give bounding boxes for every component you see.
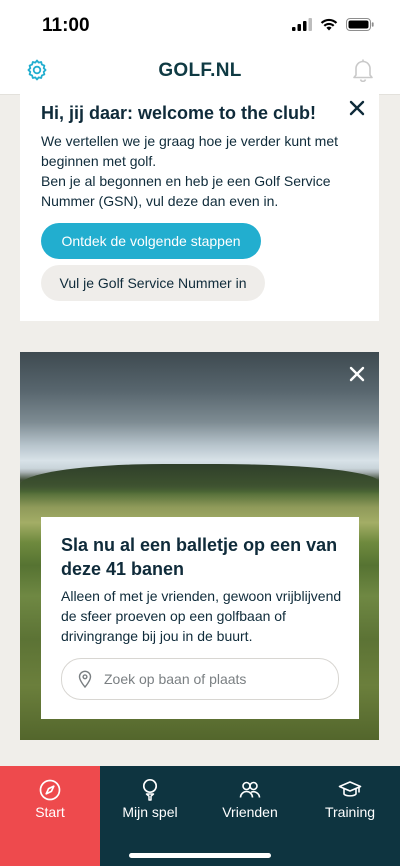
status-icons: [292, 18, 374, 31]
wifi-icon: [320, 18, 338, 31]
welcome-text-1: We vertellen we je graag hoe je verder k…: [41, 133, 339, 169]
enter-gsn-button[interactable]: Vul je Golf Service Nummer in: [41, 265, 265, 301]
golf-ball-tee-icon: [142, 778, 158, 801]
bottom-nav: Start Mijn spel Vrienden Training: [0, 766, 400, 866]
discover-next-steps-button[interactable]: Ontdek de volgende stappen: [41, 223, 261, 259]
welcome-title: Hi, jij daar: welcome to the club!: [41, 103, 317, 123]
course-photo: [20, 464, 379, 494]
nav-label-training: Training: [324, 804, 376, 820]
status-time: 11:00: [42, 15, 90, 36]
close-icon[interactable]: [349, 366, 365, 382]
nav-label-vrienden: Vrienden: [222, 804, 278, 820]
nav-item-training[interactable]: Training: [300, 766, 400, 866]
nav-item-vrienden[interactable]: Vrienden: [200, 766, 300, 866]
location-pin-icon: [78, 670, 92, 688]
nav-label-mijn-spel: Mijn spel: [122, 804, 178, 820]
nav-item-start[interactable]: Start: [0, 766, 100, 866]
welcome-body: We vertellen we je graag hoe je verder k…: [41, 131, 361, 211]
course-title: Sla nu al een balletje op een van deze 4…: [61, 535, 338, 579]
status-bar: 11:00: [0, 0, 400, 52]
course-search-input[interactable]: [102, 670, 326, 688]
welcome-card: Hi, jij daar: welcome to the club! We ve…: [20, 94, 379, 321]
course-body: Alleen of met je vrienden, gewoon vrijbl…: [61, 588, 342, 644]
home-indicator[interactable]: [129, 853, 271, 858]
app-logo: GOLF.NL: [158, 60, 242, 81]
course-search-field[interactable]: [61, 658, 339, 700]
app-header: GOLF.NL: [0, 52, 400, 95]
close-icon[interactable]: [349, 100, 365, 116]
friends-icon: [239, 781, 261, 798]
signal-icon: [292, 18, 312, 31]
course-card: Sla nu al een balletje op een van deze 4…: [20, 352, 379, 740]
course-panel: Sla nu al een balletje op een van deze 4…: [41, 517, 359, 719]
nav-item-mijn-spel[interactable]: Mijn spel: [100, 766, 200, 866]
graduation-cap-icon: [338, 781, 362, 797]
welcome-text-2: Ben je al begonnen en heb je een Golf Se…: [41, 173, 331, 209]
compass-icon: [39, 779, 61, 801]
battery-icon: [346, 18, 374, 31]
nav-label-start: Start: [35, 804, 65, 820]
bell-icon[interactable]: [352, 58, 374, 82]
